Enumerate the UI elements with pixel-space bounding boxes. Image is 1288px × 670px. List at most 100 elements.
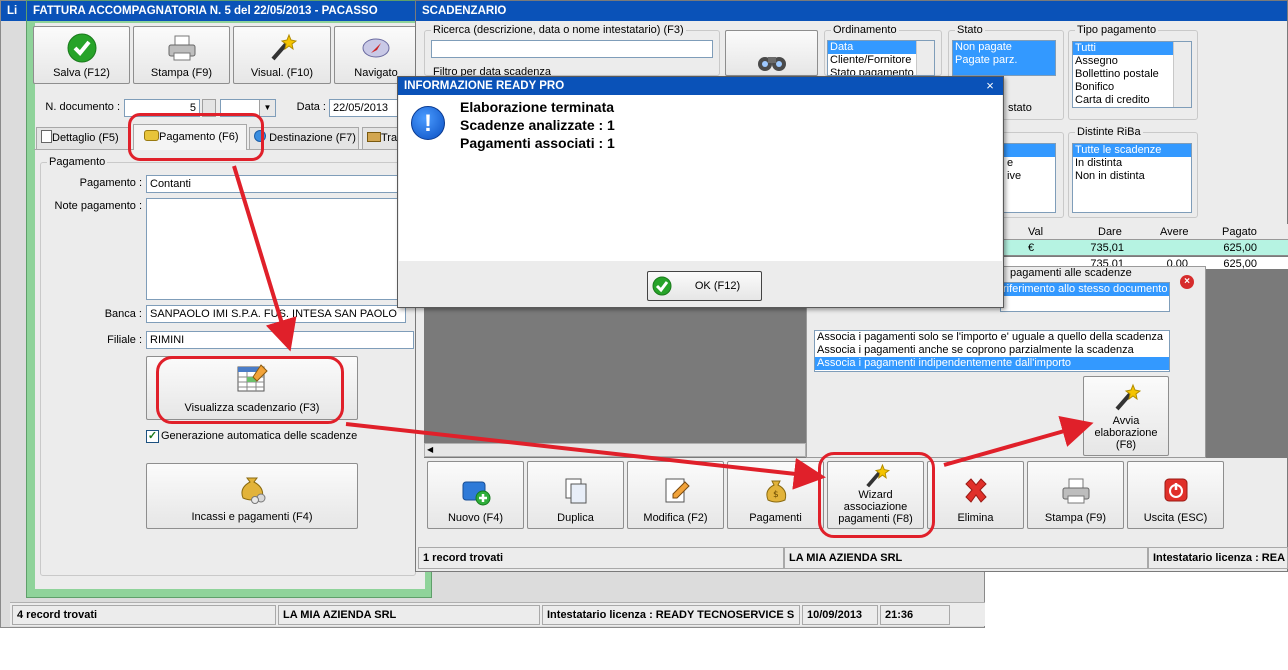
col-pagato: Pagato [1222,226,1257,238]
new-button-label: Nuovo (F4) [447,512,504,524]
check-icon [67,33,96,63]
col-dare: Dare [1098,226,1122,238]
check-icon [652,276,672,296]
notes-label: Note pagamento : [54,200,142,212]
riba-option-out[interactable]: Non in distinta [1073,170,1191,183]
save-button-label: Salva (F12) [53,67,110,79]
row1-dare: 735,01 [1090,242,1124,254]
date-field[interactable]: 22/05/2013 [329,99,404,117]
schedule-title: SCADENZARIO [422,5,507,17]
dialog-message: Elaborazione terminata Scadenze analizza… [460,98,615,152]
svg-text:$: $ [773,490,779,500]
assoc-option-partial[interactable]: Associa i pagamenti anche se coprono par… [815,344,1169,357]
sort-group-title: Ordinamento [831,24,899,36]
exit-button[interactable]: Uscita (ESC) [1127,461,1224,529]
search-input[interactable] [431,40,713,58]
riba-option-in[interactable]: In distinta [1073,157,1191,170]
money-bag-icon: $ [765,480,786,503]
dialog-ok-button[interactable]: OK (F12) [647,271,762,301]
print-button-label: Stampa (F9) [150,67,213,79]
income-payments-button-label: Incassi e pagamenti (F4) [191,511,313,523]
state-list[interactable]: Non pagate Pagate parz. [952,40,1056,76]
info-icon: ! [411,106,445,140]
tab-transport-label: Tra [381,132,398,144]
state-option-hidden[interactable] [953,67,1055,75]
grid-hscrollbar[interactable]: ◀ [424,443,806,457]
riba-option-all[interactable]: Tutte le scadenze [1073,144,1191,157]
assoc-reference-list[interactable]: riferimento allo stesso documento [1000,282,1170,312]
start-processing-label-3: (F8) [1115,439,1137,451]
schedule-print-button[interactable]: Stampa (F9) [1027,461,1124,529]
edit-button[interactable]: Modifica (F2) [627,461,724,529]
edit-button-label: Modifica (F2) [643,512,708,524]
annotation-ring-wizard [818,452,935,538]
payment-type-list[interactable]: Tutti Assegno Bollettino postale Bonific… [1072,41,1192,108]
back-status-bar: 4 record trovati LA MIA AZIENDA SRL Inte… [10,602,985,626]
list-title-fragment: Li [7,5,18,17]
payment-type-scrollbar[interactable] [1173,42,1191,107]
magic-wand-icon [271,33,297,61]
delete-button[interactable]: Elimina [927,461,1024,529]
back-status-date: 10/09/2013 [802,605,878,625]
assoc-option-equal[interactable]: Associa i pagamenti solo se l'importo e'… [815,331,1169,344]
col-val: Val [1028,226,1044,238]
branch-label: Filiale : [107,334,142,346]
print-button[interactable]: Stampa (F9) [133,26,230,84]
dialog-line-3: Pagamenti associati : 1 [460,135,615,151]
annotation-ring-payment-tab [128,113,264,161]
save-button[interactable]: Salva (F12) [33,26,130,84]
binoculars-icon [757,57,786,71]
schedule-title-bar: SCADENZARIO [416,1,1287,21]
dialog-line-2: Scadenze analizzate : 1 [460,117,615,133]
duplicate-button-label: Duplica [557,512,594,524]
new-button[interactable]: Nuovo (F4) [427,461,524,529]
riba-group-title: Distinte RiBa [1075,126,1143,138]
sort-scrollbar[interactable] [916,41,934,75]
assoc-option-any[interactable]: Associa i pagamenti indipendentemente da… [815,357,1169,370]
back-status-license: Intestatario licenza : READY TECNOSERVIC… [542,605,800,625]
assoc-options-list[interactable]: Associa i pagamenti solo se l'importo e'… [814,330,1170,372]
schedule-status-company: LA MIA AZIENDA SRL [784,547,1148,569]
tab-destination-label: Destinazione (F7) [269,132,356,144]
sort-list[interactable]: Data Cliente/Fornitore Stato pagamento [827,40,935,76]
doc-number-label: N. documento : [45,101,120,113]
assoc-reference-option[interactable]: riferimento allo stesso documento [1001,283,1169,296]
chevron-down-icon[interactable]: ▼ [259,100,275,116]
riba-list[interactable]: Tutte le scadenze In distinta Non in dis… [1072,143,1192,213]
state-group-title: Stato [955,24,985,36]
state-option-partial[interactable]: Pagate parz. [953,54,1055,67]
auto-schedule-checkbox[interactable]: ✓ [146,430,159,443]
state-option-unpaid[interactable]: Non pagate [953,41,1055,54]
view-button[interactable]: Visual. (F10) [233,26,331,84]
duplicate-button[interactable]: Duplica [527,461,624,529]
dialog-ok-label: OK (F12) [694,280,741,292]
power-icon [1164,478,1187,502]
start-processing-label-1: Avvia [1112,415,1140,427]
search-button[interactable] [725,30,818,76]
table-row[interactable]: € 735,01 625,00 [1000,240,1288,256]
dialog-line-1: Elaborazione terminata [460,99,615,115]
tab-detail-label: Dettaglio (F5) [52,132,119,144]
dialog-title: INFORMAZIONE READY PRO [404,80,565,92]
branch-field[interactable]: RIMINI [146,331,414,349]
notes-textarea[interactable] [146,198,406,300]
truck-icon [367,132,381,142]
dialog-close-icon[interactable]: × [983,78,997,94]
state-fragment: stato [1008,102,1032,114]
close-icon[interactable]: × [1180,275,1194,289]
income-payments-button[interactable]: Incassi e pagamenti (F4) [146,463,358,529]
payments-button[interactable]: $ Pagamenti [727,461,824,529]
printer-icon [168,35,195,61]
row2-pagato: 625,00 [1223,258,1257,269]
tab-destination[interactable]: Destinazione (F7) [249,127,359,149]
chevron-left-icon[interactable]: ◀ [427,444,433,456]
payment-field[interactable]: Contanti [146,175,406,193]
tab-transport[interactable]: Tra [362,127,402,149]
exit-button-label: Uscita (ESC) [1143,512,1208,524]
sort-option-data[interactable]: Data [828,41,916,54]
payment-type-all[interactable]: Tutti [1073,42,1173,55]
row1-pagato: 625,00 [1223,242,1257,254]
tab-detail[interactable]: Dettaglio (F5) [36,127,130,149]
bank-field[interactable]: SANPAOLO IMI S.P.A. FUS. INTESA SAN PAOL… [146,305,406,323]
start-processing-button[interactable]: Avvia elaborazione (F8) [1083,376,1169,456]
